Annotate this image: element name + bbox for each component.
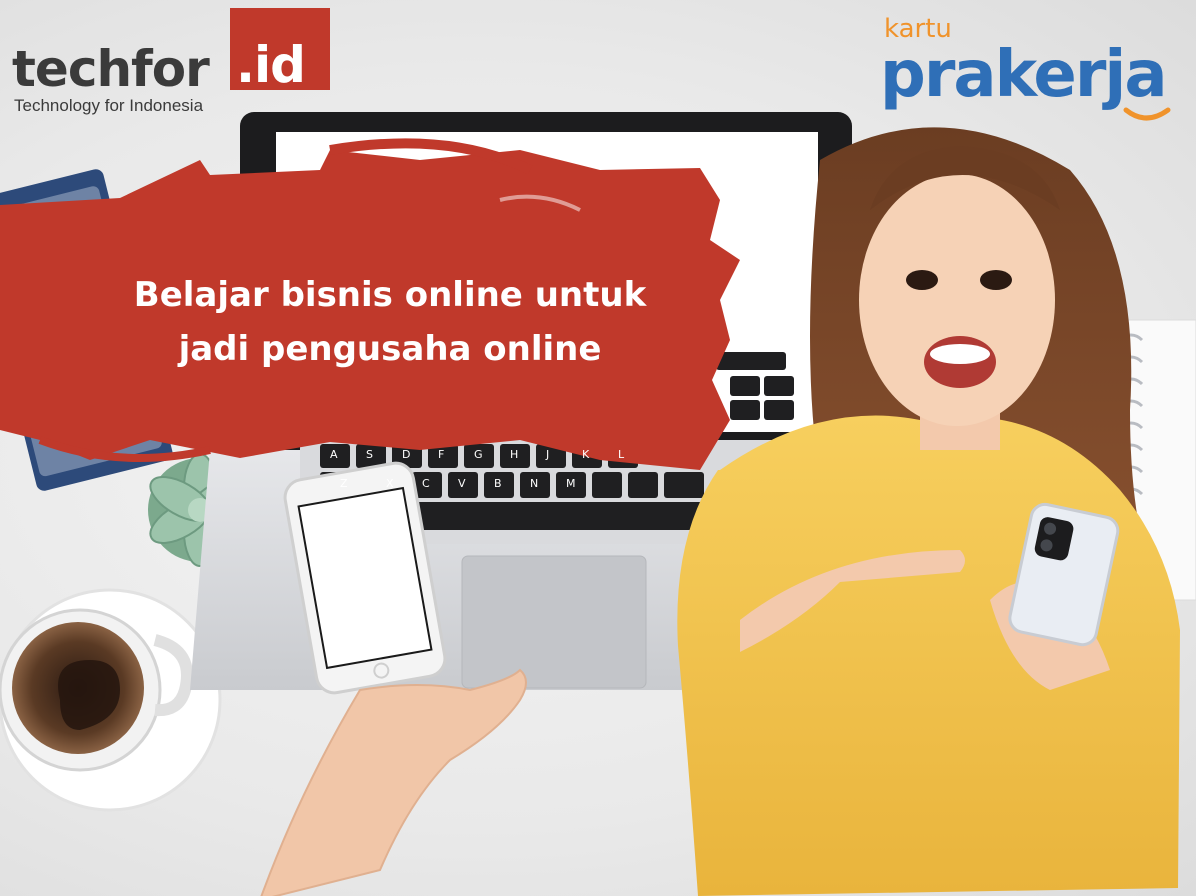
key-g: G	[474, 448, 483, 461]
key-h: H	[510, 448, 519, 461]
key-z: Z	[340, 477, 348, 490]
key-s: S	[366, 448, 373, 461]
prakerja-logo: kartu prakerja	[870, 8, 1190, 128]
techfor-logo: techfor .id Technology for Indonesia	[12, 8, 342, 118]
key-j: J	[546, 448, 550, 461]
key-m: M	[566, 477, 576, 490]
techfor-logo-domain: .id	[236, 36, 306, 94]
headline-line-2: jadi pengusaha online	[178, 329, 602, 369]
key-x: X	[386, 477, 394, 490]
key-n: N	[530, 477, 539, 490]
hand-bottom	[260, 668, 527, 896]
prakerja-logo-prakerja: prakerja	[880, 38, 1167, 112]
key-f: F	[438, 448, 445, 461]
key-b: B	[494, 477, 502, 490]
techfor-logo-tagline: Technology for Indonesia	[14, 96, 204, 115]
key-l: L	[618, 448, 625, 461]
techfor-logo-name: techfor	[12, 40, 210, 98]
key-k: K	[582, 448, 590, 461]
key-a: A	[330, 448, 338, 461]
key-d: D	[402, 448, 411, 461]
trackpad	[461, 555, 647, 689]
headline-line-1: Belajar bisnis online untuk	[133, 275, 647, 315]
coffee-cup	[0, 588, 222, 812]
key-v: V	[458, 477, 466, 490]
banner: A S D F G H J K L Z X C V B N M techfor …	[0, 0, 1196, 896]
prakerja-logo-smile-icon	[1123, 107, 1171, 121]
key-c: C	[422, 477, 430, 490]
headline: Belajar bisnis online untuk jadi pengusa…	[60, 268, 720, 376]
keyboard-labels: A S D F G H J K L Z X C V B N M	[320, 446, 720, 506]
